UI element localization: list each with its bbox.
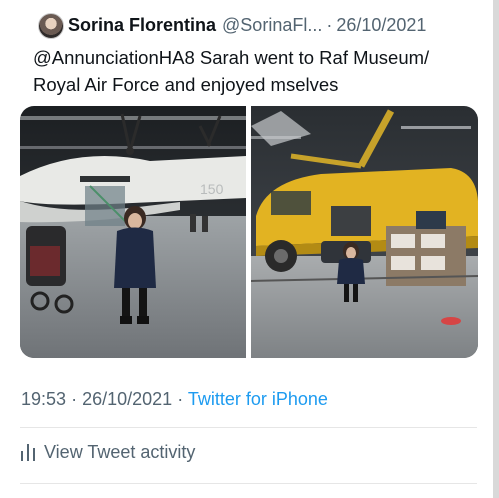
bar-chart-icon bbox=[20, 443, 36, 461]
avatar[interactable] bbox=[38, 13, 64, 39]
divider bbox=[20, 427, 477, 428]
media-grid: 150 bbox=[20, 106, 478, 358]
tweet-card: Sorina Florentina @SorinaFl... · 26/10/2021… bbox=[0, 0, 493, 498]
view-activity-button[interactable]: View Tweet activity bbox=[20, 442, 195, 468]
separator-dot: · bbox=[326, 15, 333, 35]
tweet-meta: 19:53 · 26/10/2021 · Twitter for iPhone bbox=[21, 389, 328, 410]
author-display-name[interactable]: Sorina Florentina bbox=[68, 15, 216, 35]
tweet-text: @AnnunciationHA8 Sarah went to Raf Museu… bbox=[33, 44, 473, 98]
divider-bottom bbox=[20, 483, 477, 484]
scrollbar-edge bbox=[493, 0, 499, 498]
tweet-full-date[interactable]: 26/10/2021 bbox=[82, 389, 172, 409]
client-link[interactable]: Twitter for iPhone bbox=[188, 389, 328, 409]
view-activity-label: View Tweet activity bbox=[44, 442, 196, 462]
meta-separator: · bbox=[71, 389, 78, 409]
author-handle[interactable]: @SorinaFl... bbox=[222, 15, 322, 35]
tweet-header: Sorina Florentina @SorinaFl... · 26/10/2021 bbox=[38, 12, 483, 40]
author-row: Sorina Florentina @SorinaFl... · 26/10/2021 bbox=[68, 15, 426, 36]
tweet-time[interactable]: 19:53 bbox=[21, 389, 66, 409]
photo-hangar-aircraft[interactable]: 150 bbox=[20, 106, 246, 358]
svg-text:150: 150 bbox=[200, 181, 224, 197]
mention-link[interactable]: @AnnunciationHA8 bbox=[33, 47, 195, 68]
photo-yellow-helicopter[interactable] bbox=[251, 106, 478, 358]
meta-separator-2: · bbox=[177, 389, 184, 409]
tweet-date[interactable]: 26/10/2021 bbox=[336, 15, 426, 35]
